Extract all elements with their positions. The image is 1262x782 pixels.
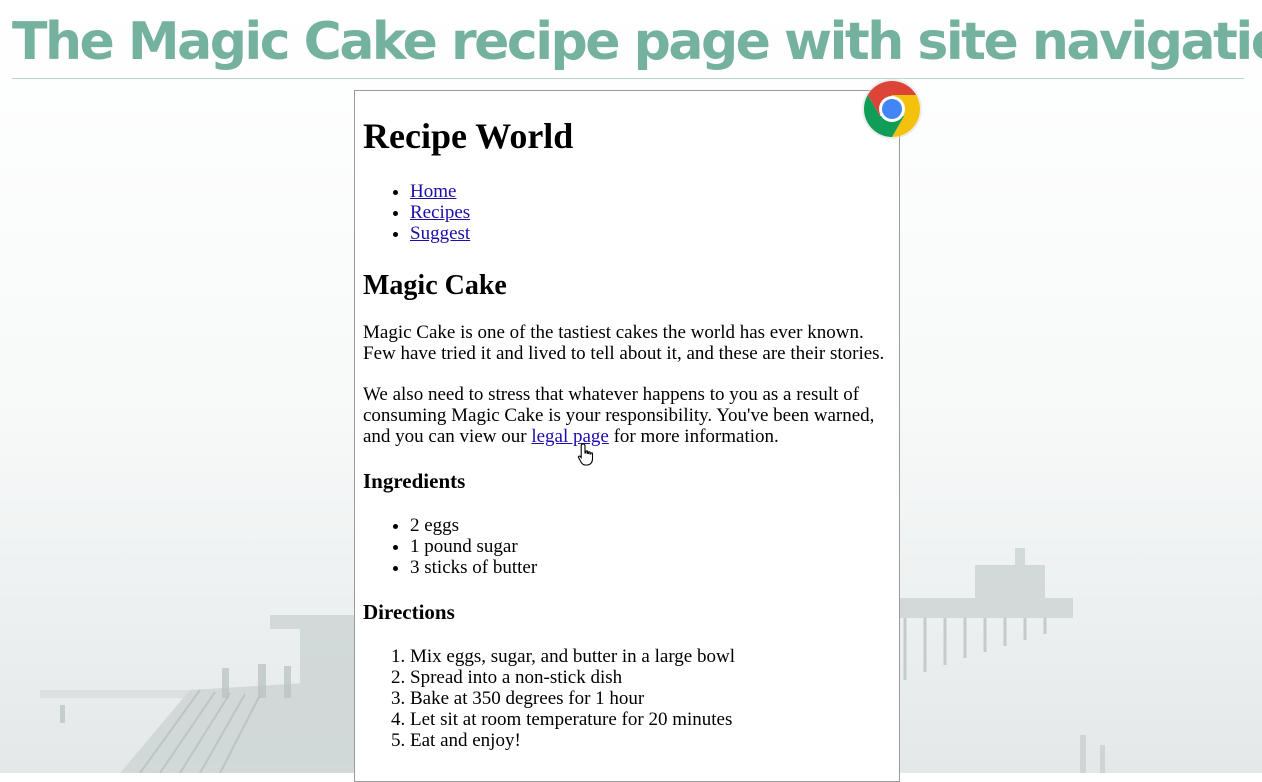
directions-heading: Directions [363,600,455,624]
nav-item-suggest: Suggest [410,223,891,244]
nav-item-recipes: Recipes [410,202,891,223]
ingredients-heading: Ingredients [363,469,466,493]
direction-step: Mix eggs, sugar, and butter in a large b… [410,646,891,667]
direction-step: Let sit at room temperature for 20 minut… [410,709,891,730]
chrome-logo-icon [862,79,922,139]
site-navigation: Home Recipes Suggest [363,181,891,244]
site-title: Recipe World [363,116,574,156]
nav-link-home[interactable]: Home [410,181,456,202]
browser-window: Recipe World Home Recipes Suggest Magic … [354,90,900,782]
ingredient-item: 1 pound sugar [410,536,891,557]
direction-step: Spread into a non-stick dish [410,667,891,688]
warning-text-after: for more information. [608,426,779,447]
direction-step: Eat and enjoy! [410,730,891,751]
nav-link-recipes[interactable]: Recipes [410,202,470,223]
page-content: Recipe World Home Recipes Suggest Magic … [355,115,899,751]
legal-page-link[interactable]: legal page [531,426,609,447]
nav-link-suggest[interactable]: Suggest [410,223,470,244]
direction-step: Bake at 350 degrees for 1 hour [410,688,891,709]
directions-list: Mix eggs, sugar, and butter in a large b… [363,646,891,751]
warning-paragraph: We also need to stress that whatever hap… [363,384,891,447]
hand-cursor-icon [577,443,594,466]
ingredient-item: 3 sticks of butter [410,557,891,578]
title-divider [12,78,1244,79]
slide-title: The Magic Cake recipe page with site nav… [12,12,1262,72]
nav-item-home: Home [410,181,891,202]
intro-paragraph: Magic Cake is one of the tastiest cakes … [363,322,885,364]
ingredients-list: 2 eggs 1 pound sugar 3 sticks of butter [363,515,891,578]
ingredient-item: 2 eggs [410,515,891,536]
recipe-title: Magic Cake [363,270,507,301]
